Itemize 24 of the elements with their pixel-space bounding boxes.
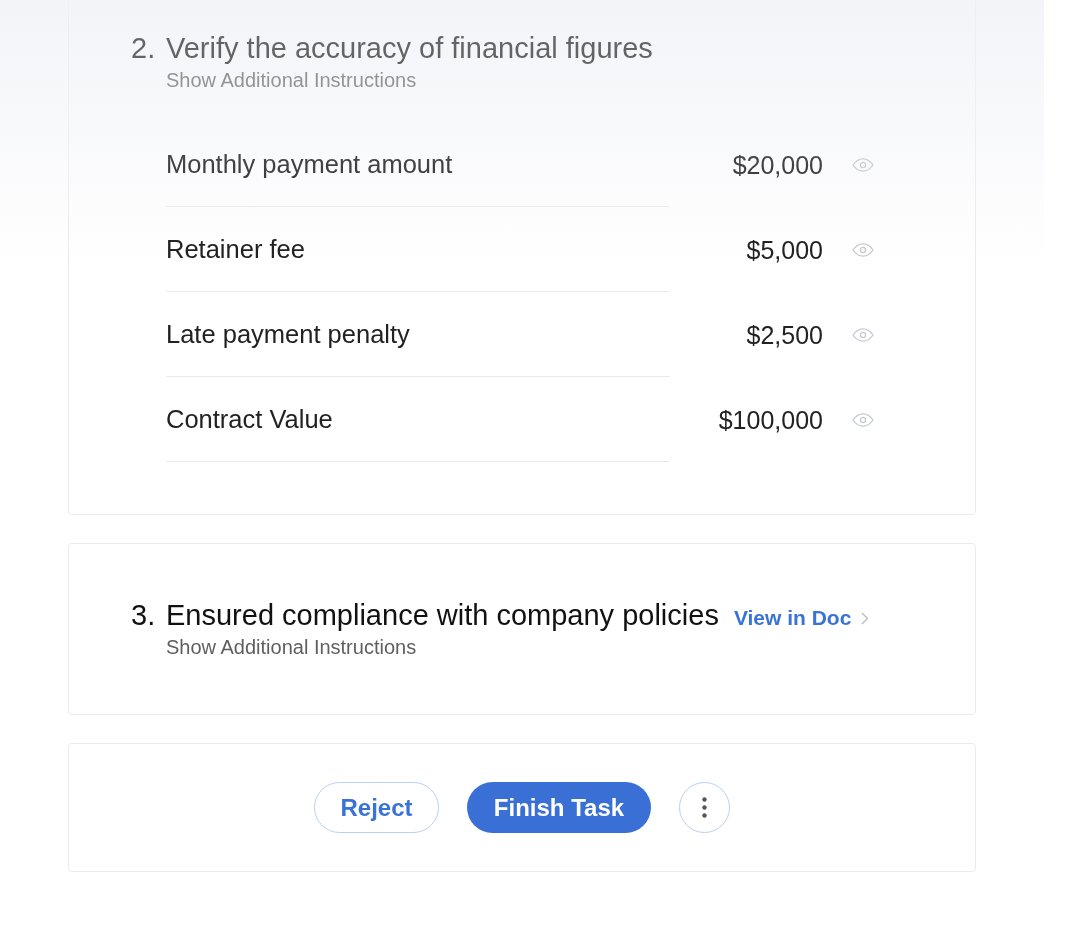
instructions-link[interactable]: Show Additional Instructions	[166, 68, 417, 92]
finish-task-button[interactable]: Finish Task	[467, 782, 651, 833]
instructions-link[interactable]: Show Additional Instructions	[166, 635, 417, 659]
eye-icon[interactable]	[852, 157, 874, 172]
field-value: $5,000	[745, 234, 823, 265]
field-label: Retainer fee	[166, 234, 305, 264]
step-title: Ensured compliance with company policies	[166, 598, 719, 632]
step-title: Verify the accuracy of financial figures	[166, 31, 653, 65]
eye-icon[interactable]	[852, 327, 874, 342]
reject-button[interactable]: Reject	[314, 782, 439, 833]
view-in-doc-link[interactable]: View in Doc	[733, 604, 870, 632]
field-value: $20,000	[731, 149, 823, 180]
step-number: 3.	[131, 598, 157, 632]
field-value: $100,000	[717, 404, 823, 435]
more-button[interactable]	[679, 782, 730, 833]
field-value: $2,500	[745, 319, 823, 350]
field-label: Late payment penalty	[166, 319, 410, 349]
chevron-icon	[861, 611, 870, 625]
eye-icon[interactable]	[852, 242, 874, 257]
more-icon	[702, 797, 707, 818]
step-number: 2.	[131, 31, 157, 65]
field-label: Monthly payment amount	[166, 149, 453, 179]
field-label: Contract Value	[166, 404, 333, 434]
eye-icon[interactable]	[852, 412, 874, 427]
